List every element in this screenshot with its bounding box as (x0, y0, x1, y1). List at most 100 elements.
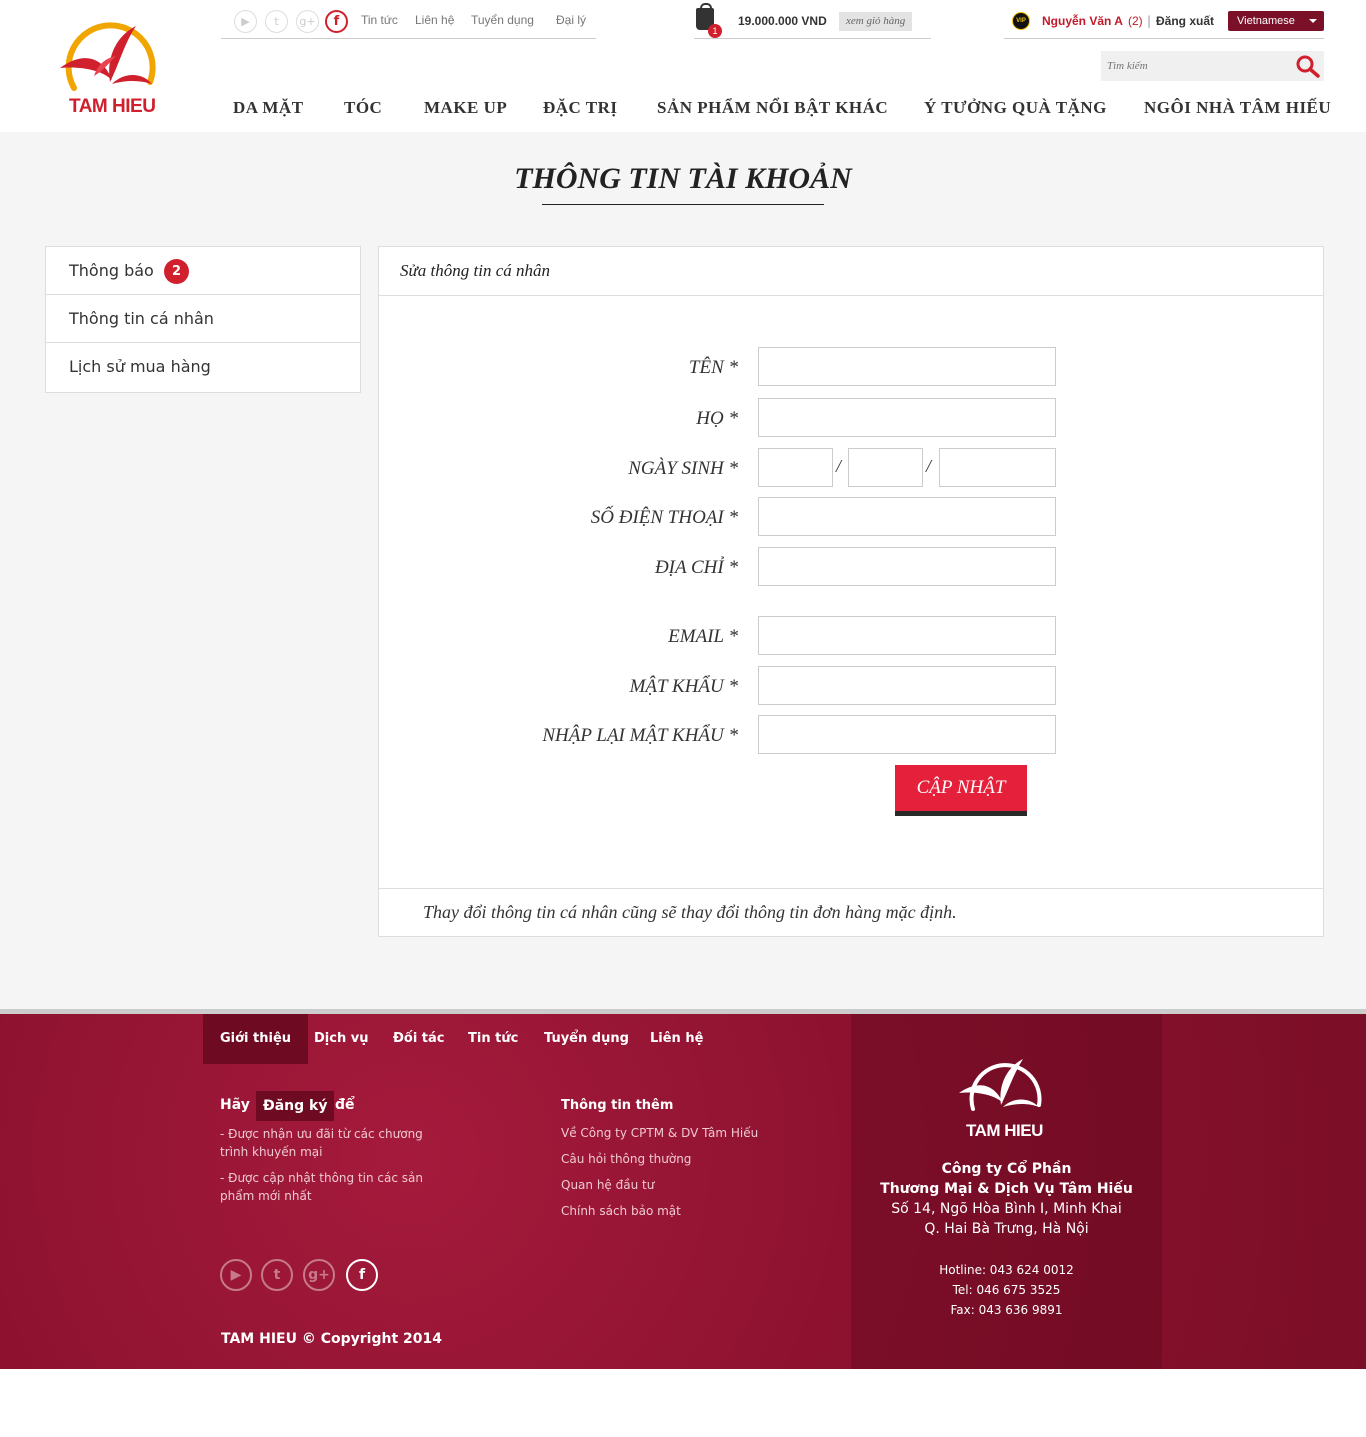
footer-logo-text: TAM HIEU (966, 1121, 1043, 1140)
birthday-month-field[interactable] (848, 448, 923, 487)
twitter-icon[interactable]: t (261, 1259, 293, 1291)
view-cart-button[interactable]: xem giỏ hàng (839, 12, 913, 31)
title-underline (542, 204, 824, 205)
cart-total: 19.000.000 VND (738, 14, 827, 28)
company-name: Công ty Cổ Phần (941, 1161, 1072, 1177)
last-name-label: HỌ * (696, 408, 738, 429)
company-hotline: Hotline: 043 624 0012 (939, 1263, 1074, 1277)
facebook-icon[interactable]: f (346, 1259, 378, 1291)
benefit-item: - Được nhận ưu đãi từ các chương trình k… (220, 1127, 423, 1159)
sidebar-item-label: Thông tin cá nhân (69, 309, 214, 328)
password-label: MẬT KHẨU * (629, 676, 738, 697)
footer-nav-news[interactable]: Tin tức (468, 1014, 518, 1064)
more-info-title: Thông tin thêm (561, 1098, 674, 1113)
company-address: Số 14, Ngõ Hòa Bình I, Minh Khai (891, 1201, 1122, 1217)
nav-toc[interactable]: TÓC (344, 98, 382, 118)
benefit-item: - Được cập nhật thông tin các sản phẩm m… (220, 1171, 423, 1203)
first-name-field[interactable] (758, 347, 1056, 386)
form-row-phone: SỐ ĐIỆN THOẠI * (408, 497, 1108, 536)
form-row-address: ĐỊA CHỈ * (408, 547, 1108, 586)
vip-icon: VIP (1012, 12, 1030, 30)
cart-bar: 1 19.000.000 VND xem giỏ hàng (694, 3, 931, 39)
email-field[interactable] (758, 616, 1056, 655)
site-header: TAM HIEU ▶ t g+ f Tin tức Liên hệ Tuyển … (0, 0, 1366, 132)
search-icon[interactable] (1295, 54, 1321, 78)
sidebar-item-order-history[interactable]: Lịch sử mua hàng (46, 343, 360, 392)
footer-nav-careers[interactable]: Tuyển dụng (544, 1014, 629, 1064)
top-link-careers[interactable]: Tuyển dụng (471, 13, 534, 27)
panel-footer-note: Thay đổi thông tin cá nhân cũng sẽ thay … (379, 888, 1323, 936)
nav-ngoi-nha-tam-hieu[interactable]: NGÔI NHÀ TÂM HIẾU (1144, 98, 1331, 118)
edit-profile-panel: Sửa thông tin cá nhân TÊN * HỌ * NGÀY SI… (378, 246, 1324, 937)
user-notification-count: (2) (1128, 14, 1143, 28)
form-row-birthday: NGÀY SINH * / / (408, 448, 1108, 487)
phone-field[interactable] (758, 497, 1056, 536)
first-name-label: TÊN * (688, 357, 738, 378)
form-row-first-name: TÊN * (408, 347, 1108, 386)
form-row-last-name: HỌ * (408, 398, 1108, 437)
footer-nav-contact[interactable]: Liên hệ (650, 1014, 703, 1064)
sidebar-item-notifications[interactable]: Thông báo 2 (46, 247, 360, 295)
nav-make-up[interactable]: MAKE UP (424, 98, 507, 118)
register-link[interactable]: Đăng ký (256, 1091, 335, 1121)
top-link-contact[interactable]: Liên hệ (415, 13, 454, 27)
top-links-bar: ▶ t g+ f Tin tức Liên hệ Tuyển dụng Đại … (221, 8, 596, 39)
user-bar: VIP Nguyễn Văn A (2) | Đăng xuất Vietnam… (1004, 8, 1324, 39)
more-link-investor[interactable]: Quan hệ đầu tư (561, 1178, 654, 1192)
company-tel: Tel: 046 675 3525 (952, 1283, 1061, 1297)
footer-nav-about[interactable]: Giới thiệu (203, 1014, 309, 1064)
email-label: EMAIL * (668, 626, 738, 647)
footer-nav-services[interactable]: Dịch vụ (314, 1014, 368, 1064)
youtube-icon[interactable]: ▶ (220, 1259, 252, 1291)
user-name-link[interactable]: Nguyễn Văn A (1042, 14, 1123, 28)
more-link-faq[interactable]: Câu hỏi thông thường (561, 1152, 691, 1166)
nav-y-tuong-qua-tang[interactable]: Ý TƯỞNG QUÀ TẶNG (924, 98, 1107, 118)
phone-label: SỐ ĐIỆN THOẠI * (590, 507, 738, 528)
twitter-icon[interactable]: t (265, 10, 288, 33)
page-title: THÔNG TIN TÀI KHOẢN (514, 162, 852, 195)
update-button[interactable]: CẬP NHẬT (895, 765, 1027, 816)
google-plus-icon[interactable]: g+ (296, 10, 319, 33)
youtube-icon[interactable]: ▶ (234, 10, 257, 33)
logout-link[interactable]: Đăng xuất (1156, 14, 1214, 28)
search-input[interactable] (1101, 51, 1291, 81)
birthday-year-field[interactable] (939, 448, 1056, 487)
date-separator: / (836, 456, 842, 476)
account-sidebar: Thông báo 2 Thông tin cá nhân Lịch sử mu… (45, 246, 361, 393)
sidebar-item-personal-info[interactable]: Thông tin cá nhân (46, 295, 360, 343)
company-name: Thương Mại & Dịch Vụ Tâm Hiếu (880, 1181, 1133, 1197)
top-link-agents[interactable]: Đại lý (556, 13, 586, 27)
date-separator: / (926, 456, 932, 476)
last-name-field[interactable] (758, 398, 1056, 437)
footer-nav-partners[interactable]: Đối tác (393, 1014, 445, 1064)
nav-da-mat[interactable]: DA MẶT (233, 98, 304, 118)
sidebar-item-label: Thông báo (69, 261, 154, 280)
nav-san-pham-noi-bat[interactable]: SẢN PHẨM NỔI BẬT KHÁC (657, 98, 888, 118)
password-field[interactable] (758, 666, 1056, 705)
address-label: ĐỊA CHỈ * (654, 557, 738, 578)
facebook-icon[interactable]: f (325, 10, 348, 33)
confirm-password-field[interactable] (758, 715, 1056, 754)
form-row-password: MẬT KHẨU * (408, 666, 1108, 705)
address-field[interactable] (758, 547, 1056, 586)
copyright: TAM HIEU © Copyright 2014 (221, 1331, 442, 1347)
google-plus-icon[interactable]: g+ (303, 1259, 335, 1291)
register-suffix: để (335, 1097, 355, 1113)
footer-logo (959, 1059, 1042, 1111)
main-nav: DA MẶT TÓC MAKE UP ĐẶC TRỊ SẢN PHẨM NỔI … (221, 98, 1331, 122)
more-link-about-company[interactable]: Về Công ty CPTM & DV Tâm Hiếu (561, 1126, 758, 1140)
company-address: Q. Hai Bà Trưng, Hà Nội (924, 1221, 1089, 1237)
sidebar-item-label: Lịch sử mua hàng (69, 357, 211, 376)
more-link-privacy[interactable]: Chính sách bảo mật (561, 1204, 681, 1218)
notification-badge: 2 (164, 259, 189, 284)
form-row-confirm-password: NHẬP LẠI MẬT KHẨU * (408, 715, 1108, 754)
panel-heading: Sửa thông tin cá nhân (379, 247, 1323, 296)
birthday-label: NGÀY SINH * (628, 458, 738, 479)
register-prefix: Hãy (220, 1097, 250, 1113)
language-select[interactable]: Vietnamese (1228, 11, 1324, 31)
birthday-day-field[interactable] (758, 448, 833, 487)
user-separator: | (1147, 14, 1152, 28)
main-content: THÔNG TIN TÀI KHOẢN Thông báo 2 Thông ti… (0, 132, 1366, 1009)
nav-dac-tri[interactable]: ĐẶC TRỊ (543, 98, 618, 118)
top-link-news[interactable]: Tin tức (361, 13, 398, 27)
